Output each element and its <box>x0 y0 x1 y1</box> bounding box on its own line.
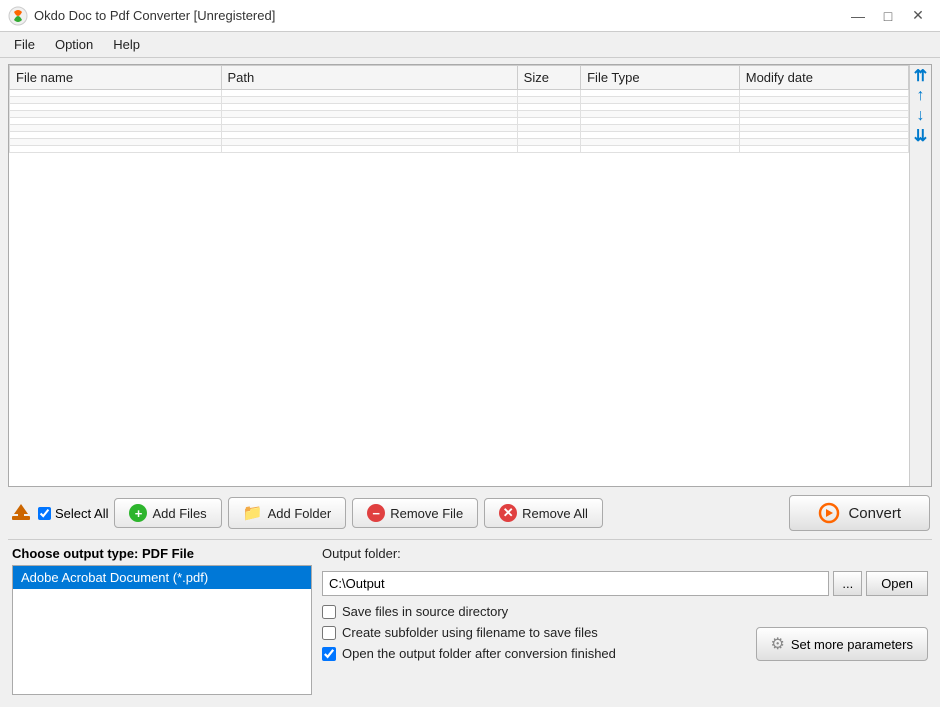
menu-file[interactable]: File <box>4 35 45 54</box>
table-row <box>10 97 909 104</box>
main-content: File name Path Size File Type Modify dat… <box>0 58 940 707</box>
checkboxes-col: Save files in source directory Create su… <box>322 604 616 661</box>
file-table: File name Path Size File Type Modify dat… <box>9 65 909 153</box>
open-button[interactable]: Open <box>866 571 928 596</box>
scroll-buttons: ⇈ ↑ ↓ ⇊ <box>909 65 931 486</box>
menu-bar: File Option Help <box>0 32 940 58</box>
close-button[interactable]: ✕ <box>904 4 932 28</box>
window-title: Okdo Doc to Pdf Converter [Unregistered] <box>34 8 275 23</box>
title-bar-left: Okdo Doc to Pdf Converter [Unregistered] <box>8 6 275 26</box>
table-row <box>10 111 909 118</box>
table-row <box>10 125 909 132</box>
scroll-bottom-button[interactable]: ⇊ <box>912 127 930 145</box>
title-bar-controls: — □ ✕ <box>844 4 932 28</box>
menu-option[interactable]: Option <box>45 35 103 54</box>
set-params-button[interactable]: ⚙ Set more parameters <box>756 627 928 661</box>
save-in-source-label: Save files in source directory <box>342 604 508 619</box>
remove-file-button[interactable]: − Remove File <box>352 498 478 528</box>
add-files-icon: + <box>129 504 147 522</box>
convert-button[interactable]: Convert <box>789 495 930 531</box>
table-row <box>10 118 909 125</box>
output-folder-row: ... Open <box>322 571 928 596</box>
select-all-checkbox[interactable] <box>38 507 51 520</box>
save-in-source-row: Save files in source directory <box>322 604 616 619</box>
browse-button[interactable]: ... <box>833 571 862 596</box>
create-subfolder-label: Create subfolder using filename to save … <box>342 625 598 640</box>
toolbar-row: Select All + Add Files 📁 Add Folder − Re… <box>8 491 932 535</box>
menu-help[interactable]: Help <box>103 35 150 54</box>
output-folder-input[interactable] <box>322 571 829 596</box>
select-all-label: Select All <box>55 506 108 521</box>
col-header-filetype: File Type <box>581 66 740 90</box>
remove-all-label: Remove All <box>522 506 588 521</box>
add-folder-button[interactable]: 📁 Add Folder <box>228 497 347 529</box>
action-buttons: + Add Files 📁 Add Folder − Remove File ✕… <box>114 497 602 529</box>
col-header-path: Path <box>221 66 517 90</box>
table-row <box>10 104 909 111</box>
output-type-current: PDF File <box>142 546 194 561</box>
remove-all-button[interactable]: ✕ Remove All <box>484 498 603 528</box>
output-type-panel: Choose output type: PDF File Adobe Acrob… <box>12 546 312 695</box>
scroll-up-button[interactable]: ↑ <box>912 87 930 105</box>
app-logo-icon <box>8 6 28 26</box>
convert-label: Convert <box>848 505 901 522</box>
scroll-top-button[interactable]: ⇈ <box>912 67 930 85</box>
table-row <box>10 132 909 139</box>
table-row <box>10 139 909 146</box>
file-table-inner: File name Path Size File Type Modify dat… <box>9 65 909 486</box>
add-files-label: Add Files <box>152 506 206 521</box>
checkboxes-and-params: Save files in source directory Create su… <box>322 604 928 661</box>
create-subfolder-row: Create subfolder using filename to save … <box>322 625 616 640</box>
output-type-label: Choose output type: PDF File <box>12 546 312 561</box>
col-header-modifydate: Modify date <box>739 66 908 90</box>
select-all-area: Select All <box>38 506 108 521</box>
open-after-row: Open the output folder after conversion … <box>322 646 616 661</box>
output-folder-panel: Output folder: ... Open Save files in so… <box>322 546 928 695</box>
upload-icon-button[interactable] <box>10 502 32 524</box>
upload-arrow-icon <box>10 502 32 524</box>
file-table-container: File name Path Size File Type Modify dat… <box>8 64 932 487</box>
open-after-checkbox[interactable] <box>322 647 336 661</box>
bottom-section: Choose output type: PDF File Adobe Acrob… <box>8 539 932 701</box>
scroll-down-button[interactable]: ↓ <box>912 107 930 125</box>
convert-icon <box>818 502 840 524</box>
output-type-item-pdf[interactable]: Adobe Acrobat Document (*.pdf) <box>13 566 311 589</box>
gear-icon: ⚙ <box>771 634 785 654</box>
output-folder-label: Output folder: <box>322 546 928 561</box>
open-after-label: Open the output folder after conversion … <box>342 646 616 661</box>
remove-all-icon: ✕ <box>499 504 517 522</box>
minimize-button[interactable]: — <box>844 4 872 28</box>
add-files-button[interactable]: + Add Files <box>114 498 221 528</box>
table-row <box>10 90 909 97</box>
save-in-source-checkbox[interactable] <box>322 605 336 619</box>
col-header-filename: File name <box>10 66 222 90</box>
create-subfolder-checkbox[interactable] <box>322 626 336 640</box>
output-type-list[interactable]: Adobe Acrobat Document (*.pdf) <box>12 565 312 695</box>
add-folder-label: Add Folder <box>268 506 332 521</box>
set-params-label: Set more parameters <box>791 637 913 652</box>
remove-file-label: Remove File <box>390 506 463 521</box>
col-header-size: Size <box>517 66 580 90</box>
add-folder-icon: 📁 <box>243 503 263 523</box>
title-bar: Okdo Doc to Pdf Converter [Unregistered]… <box>0 0 940 32</box>
table-row <box>10 146 909 153</box>
maximize-button[interactable]: □ <box>874 4 902 28</box>
remove-file-icon: − <box>367 504 385 522</box>
